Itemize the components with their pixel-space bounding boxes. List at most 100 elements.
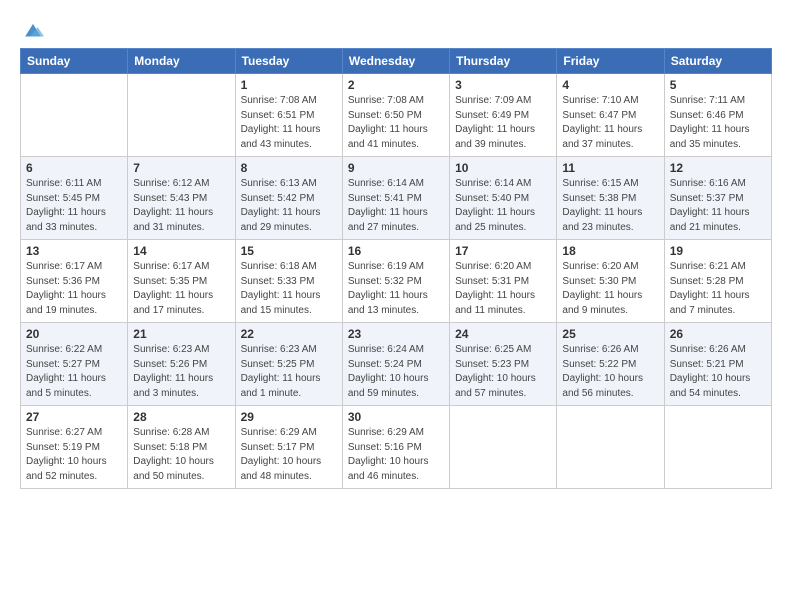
logo <box>20 20 44 42</box>
calendar-cell: 26Sunrise: 6:26 AM Sunset: 5:21 PM Dayli… <box>664 323 771 406</box>
day-info: Sunrise: 6:25 AM Sunset: 5:23 PM Dayligh… <box>455 343 551 401</box>
day-number: 3 <box>455 78 551 92</box>
day-number: 1 <box>241 78 337 92</box>
day-info: Sunrise: 7:08 AM Sunset: 6:50 PM Dayligh… <box>348 94 444 152</box>
day-number: 30 <box>348 410 444 424</box>
day-info: Sunrise: 6:28 AM Sunset: 5:18 PM Dayligh… <box>133 426 229 484</box>
calendar-cell <box>450 406 557 489</box>
day-info: Sunrise: 6:26 AM Sunset: 5:22 PM Dayligh… <box>562 343 658 401</box>
day-info: Sunrise: 6:19 AM Sunset: 5:32 PM Dayligh… <box>348 260 444 318</box>
calendar-cell: 9 Sunrise: 6:14 AM Sunset: 5:41 PM Daylig… <box>342 157 449 240</box>
calendar-cell: 24 Sunrise: 6:25 AM Sunset: 5:23 PM Dayli… <box>450 323 557 406</box>
calendar-cell: 15 Sunrise: 6:18 AM Sunset: 5:33 PM Dayli… <box>235 240 342 323</box>
day-number: 10 <box>455 161 551 175</box>
day-info: Sunrise: 7:09 AM Sunset: 6:49 PM Dayligh… <box>455 94 551 152</box>
calendar-cell: 10 Sunrise: 6:14 AM Sunset: 5:40 PM Dayli… <box>450 157 557 240</box>
day-info: Sunrise: 6:16 AM Sunset: 5:37 PM Dayligh… <box>670 177 766 235</box>
day-info: Sunrise: 6:14 AM Sunset: 5:40 PM Dayligh… <box>455 177 551 235</box>
day-info: Sunrise: 6:22 AM Sunset: 5:27 PM Dayligh… <box>26 343 122 401</box>
day-header-row: SundayMondayTuesdayWednesdayThursdayFrid… <box>21 49 772 74</box>
day-info: Sunrise: 6:18 AM Sunset: 5:33 PM Dayligh… <box>241 260 337 318</box>
day-info: Sunrise: 6:15 AM Sunset: 5:38 PM Dayligh… <box>562 177 658 235</box>
day-number: 13 <box>26 244 122 258</box>
day-info: Sunrise: 7:10 AM Sunset: 6:47 PM Dayligh… <box>562 94 658 152</box>
calendar-cell: 7Sunrise: 6:12 AM Sunset: 5:43 PM Daylig… <box>128 157 235 240</box>
day-info: Sunrise: 6:12 AM Sunset: 5:43 PM Dayligh… <box>133 177 229 235</box>
calendar-cell: 22Sunrise: 6:23 AM Sunset: 5:25 PM Dayli… <box>235 323 342 406</box>
day-info: Sunrise: 6:24 AM Sunset: 5:24 PM Dayligh… <box>348 343 444 401</box>
day-info: Sunrise: 7:11 AM Sunset: 6:46 PM Dayligh… <box>670 94 766 152</box>
day-number: 28 <box>133 410 229 424</box>
calendar-cell: 4Sunrise: 7:10 AM Sunset: 6:47 PM Daylig… <box>557 74 664 157</box>
day-header-sunday: Sunday <box>21 49 128 74</box>
calendar-cell: 14Sunrise: 6:17 AM Sunset: 5:35 PM Dayli… <box>128 240 235 323</box>
day-number: 2 <box>348 78 444 92</box>
calendar-cell: 17 Sunrise: 6:20 AM Sunset: 5:31 PM Dayli… <box>450 240 557 323</box>
day-number: 14 <box>133 244 229 258</box>
day-number: 5 <box>670 78 766 92</box>
calendar-cell: 13 Sunrise: 6:17 AM Sunset: 5:36 PM Dayli… <box>21 240 128 323</box>
day-number: 8 <box>241 161 337 175</box>
calendar-cell: 28 Sunrise: 6:28 AM Sunset: 5:18 PM Dayli… <box>128 406 235 489</box>
day-info: Sunrise: 7:08 AM Sunset: 6:51 PM Dayligh… <box>241 94 337 152</box>
day-header-friday: Friday <box>557 49 664 74</box>
day-number: 24 <box>455 327 551 341</box>
calendar-cell: 12Sunrise: 6:16 AM Sunset: 5:37 PM Dayli… <box>664 157 771 240</box>
week-row-1: 1 Sunrise: 7:08 AM Sunset: 6:51 PM Daylig… <box>21 74 772 157</box>
calendar-cell: 11 Sunrise: 6:15 AM Sunset: 5:38 PM Dayli… <box>557 157 664 240</box>
day-number: 9 <box>348 161 444 175</box>
day-info: Sunrise: 6:11 AM Sunset: 5:45 PM Dayligh… <box>26 177 122 235</box>
week-row-2: 6 Sunrise: 6:11 AM Sunset: 5:45 PM Daylig… <box>21 157 772 240</box>
day-info: Sunrise: 6:17 AM Sunset: 5:36 PM Dayligh… <box>26 260 122 318</box>
day-number: 20 <box>26 327 122 341</box>
day-info: Sunrise: 6:13 AM Sunset: 5:42 PM Dayligh… <box>241 177 337 235</box>
logo-icon <box>22 20 44 42</box>
calendar-cell: 21 Sunrise: 6:23 AM Sunset: 5:26 PM Dayli… <box>128 323 235 406</box>
day-header-thursday: Thursday <box>450 49 557 74</box>
calendar-cell: 20 Sunrise: 6:22 AM Sunset: 5:27 PM Dayli… <box>21 323 128 406</box>
calendar-cell: 25 Sunrise: 6:26 AM Sunset: 5:22 PM Dayli… <box>557 323 664 406</box>
day-info: Sunrise: 6:20 AM Sunset: 5:31 PM Dayligh… <box>455 260 551 318</box>
week-row-4: 20 Sunrise: 6:22 AM Sunset: 5:27 PM Dayli… <box>21 323 772 406</box>
calendar-cell <box>664 406 771 489</box>
calendar-cell: 19 Sunrise: 6:21 AM Sunset: 5:28 PM Dayli… <box>664 240 771 323</box>
day-number: 11 <box>562 161 658 175</box>
week-row-5: 27 Sunrise: 6:27 AM Sunset: 5:19 PM Dayli… <box>21 406 772 489</box>
day-number: 27 <box>26 410 122 424</box>
day-number: 21 <box>133 327 229 341</box>
day-header-saturday: Saturday <box>664 49 771 74</box>
week-row-3: 13 Sunrise: 6:17 AM Sunset: 5:36 PM Dayli… <box>21 240 772 323</box>
day-header-tuesday: Tuesday <box>235 49 342 74</box>
day-number: 6 <box>26 161 122 175</box>
calendar-cell <box>128 74 235 157</box>
day-number: 17 <box>455 244 551 258</box>
day-info: Sunrise: 6:23 AM Sunset: 5:26 PM Dayligh… <box>133 343 229 401</box>
header <box>20 18 772 42</box>
day-info: Sunrise: 6:14 AM Sunset: 5:41 PM Dayligh… <box>348 177 444 235</box>
day-info: Sunrise: 6:29 AM Sunset: 5:16 PM Dayligh… <box>348 426 444 484</box>
calendar-cell <box>557 406 664 489</box>
day-number: 23 <box>348 327 444 341</box>
calendar-cell: 27 Sunrise: 6:27 AM Sunset: 5:19 PM Dayli… <box>21 406 128 489</box>
calendar-cell: 30 Sunrise: 6:29 AM Sunset: 5:16 PM Dayli… <box>342 406 449 489</box>
day-number: 25 <box>562 327 658 341</box>
day-header-monday: Monday <box>128 49 235 74</box>
day-info: Sunrise: 6:27 AM Sunset: 5:19 PM Dayligh… <box>26 426 122 484</box>
day-number: 19 <box>670 244 766 258</box>
day-number: 18 <box>562 244 658 258</box>
day-info: Sunrise: 6:21 AM Sunset: 5:28 PM Dayligh… <box>670 260 766 318</box>
calendar-cell: 8 Sunrise: 6:13 AM Sunset: 5:42 PM Daylig… <box>235 157 342 240</box>
calendar-cell: 18 Sunrise: 6:20 AM Sunset: 5:30 PM Dayli… <box>557 240 664 323</box>
page: SundayMondayTuesdayWednesdayThursdayFrid… <box>0 0 792 612</box>
day-number: 16 <box>348 244 444 258</box>
day-number: 29 <box>241 410 337 424</box>
calendar-cell: 3 Sunrise: 7:09 AM Sunset: 6:49 PM Daylig… <box>450 74 557 157</box>
day-number: 15 <box>241 244 337 258</box>
day-info: Sunrise: 6:20 AM Sunset: 5:30 PM Dayligh… <box>562 260 658 318</box>
calendar-cell: 1 Sunrise: 7:08 AM Sunset: 6:51 PM Daylig… <box>235 74 342 157</box>
calendar-cell: 2 Sunrise: 7:08 AM Sunset: 6:50 PM Daylig… <box>342 74 449 157</box>
calendar-cell: 23 Sunrise: 6:24 AM Sunset: 5:24 PM Dayli… <box>342 323 449 406</box>
calendar-cell: 6 Sunrise: 6:11 AM Sunset: 5:45 PM Daylig… <box>21 157 128 240</box>
day-header-wednesday: Wednesday <box>342 49 449 74</box>
calendar-cell: 29Sunrise: 6:29 AM Sunset: 5:17 PM Dayli… <box>235 406 342 489</box>
